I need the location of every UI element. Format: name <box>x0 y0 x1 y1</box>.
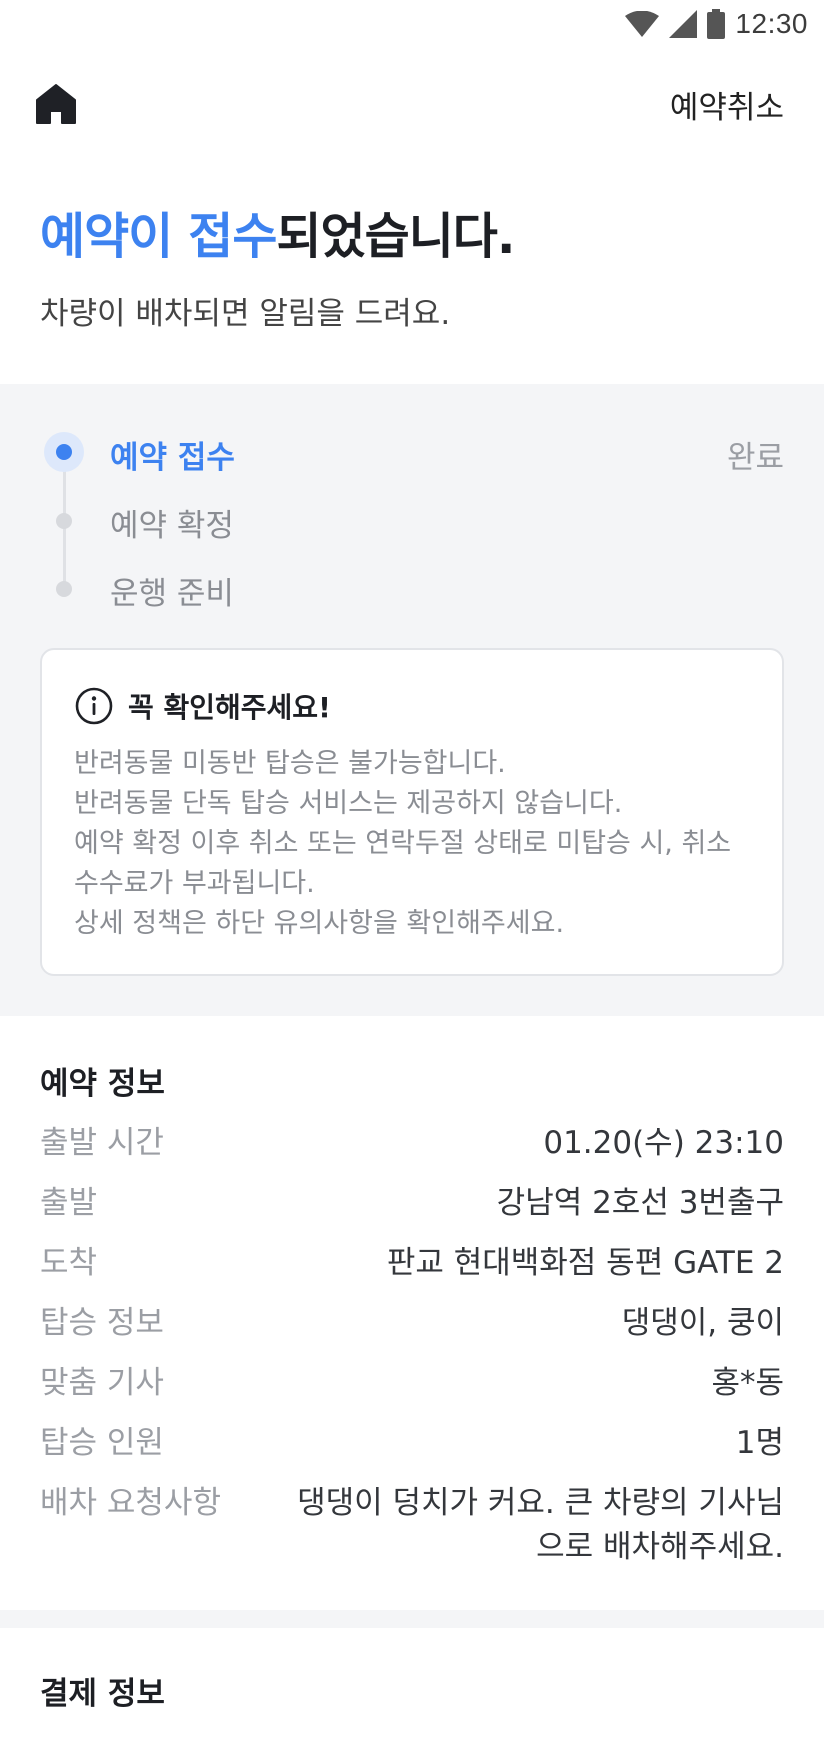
step-dot <box>56 581 72 597</box>
step-label: 운행 준비 <box>110 576 234 612</box>
info-value: 강남역 2호선 3번출구 <box>496 1185 784 1221</box>
notice-line: 반려동물 미동반 탑승은 불가능합니다. <box>74 748 506 779</box>
battery-icon <box>707 9 726 39</box>
cancel-reservation-button[interactable]: 예약취소 <box>670 82 784 127</box>
step-ride-preparing: 운행 준비 <box>40 560 784 616</box>
status-icons: 12:30 <box>625 6 808 42</box>
info-value: 댕댕이 덩치가 커요. 큰 차량의 기사님으로 배차해주세요. <box>297 1485 784 1565</box>
info-value: 홍*동 <box>711 1365 784 1401</box>
reservation-info-title: 예약 정보 <box>40 1066 165 1102</box>
info-key: 도착 <box>40 1245 98 1281</box>
step-reservation-received: 예약 접수 완료 <box>40 424 784 480</box>
notice-header: 꼭 확인해주세요! <box>74 686 750 726</box>
progress-section: 예약 접수 완료 예약 확정 운행 준비 꼭 확인해주세요! 반려동물 미동반 … <box>0 384 824 1016</box>
info-key: 출발 시간 <box>40 1125 164 1161</box>
info-row-driver: 맞춤 기사 홍*동 <box>40 1361 784 1421</box>
info-row-departure: 출발 강남역 2호선 3번출구 <box>40 1181 784 1241</box>
page-title-rest: 되었습니다. <box>276 208 515 265</box>
payment-info-title: 결제 정보 <box>40 1676 165 1712</box>
notice-line: 예약 확정 이후 취소 또는 연락두절 상태로 미탑승 시, 취소 수수료가 부… <box>74 828 732 899</box>
payment-info-section: 결제 정보 <box>40 1628 784 1713</box>
notice-title: 꼭 확인해주세요! <box>128 691 331 724</box>
info-row-departure-time: 출발 시간 01.20(수) 23:10 <box>40 1121 784 1181</box>
info-row-arrival: 도착 판교 현대백화점 동편 GATE 2 <box>40 1241 784 1301</box>
info-value: 판교 현대백화점 동편 GATE 2 <box>386 1245 784 1281</box>
step-label: 예약 확정 <box>110 508 234 544</box>
info-row-passenger-info: 탑승 정보 댕댕이, 쿵이 <box>40 1301 784 1361</box>
wifi-icon <box>625 11 660 37</box>
info-value: 01.20(수) 23:10 <box>543 1125 784 1161</box>
step-dot <box>56 513 72 529</box>
hero: 예약이 접수되었습니다. 차량이 배차되면 알림을 드려요. <box>40 200 784 333</box>
notice-body: 반려동물 미동반 탑승은 불가능합니다. 반려동물 단독 탑승 서비스는 제공하… <box>74 744 750 944</box>
page-title-accent: 예약이 접수 <box>40 208 277 265</box>
notice-card: 꼭 확인해주세요! 반려동물 미동반 탑승은 불가능합니다. 반려동물 단독 탑… <box>40 648 784 976</box>
step-status: 완료 <box>726 440 784 476</box>
step-reservation-confirmed: 예약 확정 <box>40 492 784 548</box>
page-title: 예약이 접수되었습니다. <box>40 200 784 274</box>
info-key: 탑승 정보 <box>40 1305 164 1341</box>
reservation-info-list: 출발 시간 01.20(수) 23:10 출발 강남역 2호선 3번출구 도착 … <box>40 1121 784 1569</box>
step-active-dot <box>44 432 84 472</box>
page-subtitle: 차량이 배차되면 알림을 드려요. <box>40 296 451 332</box>
reservation-steps: 예약 접수 완료 예약 확정 운행 준비 <box>40 424 784 644</box>
section-divider <box>0 1610 824 1628</box>
top-bar: 예약취소 <box>0 70 824 140</box>
notice-line: 반려동물 단독 탑승 서비스는 제공하지 않습니다. <box>74 788 623 819</box>
info-key: 맞춤 기사 <box>40 1365 164 1401</box>
info-row-passenger-count: 탑승 인원 1명 <box>40 1421 784 1481</box>
info-value: 댕댕이, 쿵이 <box>621 1305 784 1341</box>
step-label: 예약 접수 <box>110 440 235 476</box>
status-time: 12:30 <box>735 8 808 39</box>
notice-line: 상세 정책은 하단 유의사항을 확인해주세요. <box>74 908 565 939</box>
info-value: 1명 <box>735 1425 784 1461</box>
home-icon[interactable] <box>34 82 78 126</box>
info-icon <box>75 687 113 725</box>
reservation-info-section: 예약 정보 출발 시간 01.20(수) 23:10 출발 강남역 2호선 3번… <box>0 1016 824 1610</box>
info-key: 배차 요청사항 <box>40 1485 221 1521</box>
signal-icon <box>669 10 698 38</box>
info-row-dispatch-request: 배차 요청사항 댕댕이 덩치가 커요. 큰 차량의 기사님으로 배차해주세요. <box>40 1481 784 1569</box>
info-key: 출발 <box>40 1185 98 1221</box>
info-key: 탑승 인원 <box>40 1425 164 1461</box>
status-bar: 12:30 <box>0 0 824 48</box>
